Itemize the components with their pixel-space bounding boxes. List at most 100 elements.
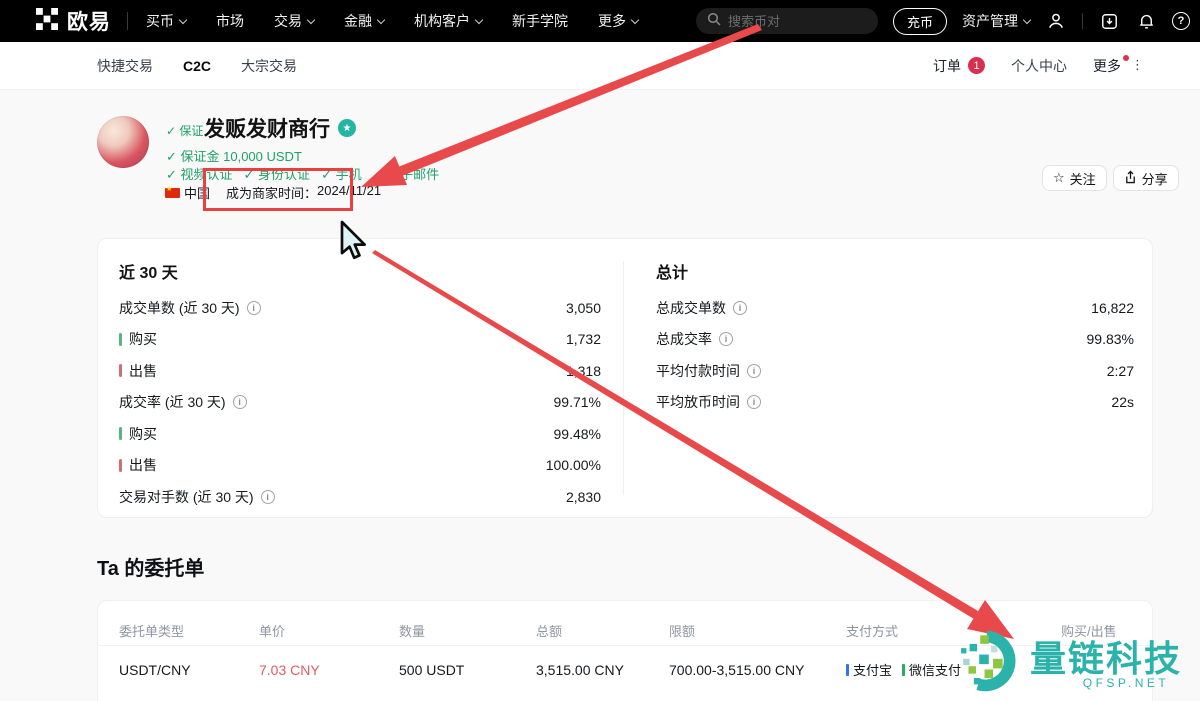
- share-button[interactable]: 分享: [1113, 165, 1179, 191]
- orders-link[interactable]: 订单 1: [933, 56, 985, 76]
- merchant-actions: 关注 分享: [1042, 165, 1179, 191]
- chevron-down-icon: [307, 15, 315, 23]
- cell-pair: USDT/CNY: [119, 662, 259, 678]
- menu-more[interactable]: 更多: [598, 11, 638, 31]
- star-icon: [1053, 170, 1065, 186]
- stat-row: 成交率 (近 30 天) 99.71%: [119, 387, 601, 419]
- stat-row: 成交单数 (近 30 天) 3,050: [119, 292, 601, 324]
- stat-row: 总成交单数 16,822: [656, 292, 1134, 324]
- search-input[interactable]: [728, 14, 858, 29]
- info-icon[interactable]: [233, 395, 247, 409]
- watermark-site: QFSP.NET: [1083, 676, 1169, 690]
- nav-divider: [127, 12, 128, 30]
- main-menu: 买币 市场 交易 金融 机构客户 新手学院 更多: [146, 11, 638, 31]
- cell-total: 3,515.00 CNY: [536, 662, 669, 678]
- share-icon: [1124, 170, 1137, 187]
- vertical-dots-icon: [1131, 57, 1144, 73]
- top-nav-right: 充币 资产管理: [696, 8, 1200, 35]
- okx-logo-icon: [36, 8, 58, 35]
- margin-peek-text: 保证: [166, 122, 203, 139]
- sell-bar-icon: [119, 364, 122, 377]
- buy-bar-icon: [119, 333, 122, 346]
- wechat-bar-icon: [902, 664, 905, 676]
- chevron-down-icon: [1023, 15, 1031, 23]
- stat-row: 总成交率 99.83%: [656, 324, 1134, 356]
- merchant-stats-card: 近 30 天 成交单数 (近 30 天) 3,050 购买 1,732 出售 1…: [97, 238, 1153, 518]
- chevron-down-icon: [475, 15, 483, 23]
- menu-academy[interactable]: 新手学院: [512, 11, 568, 31]
- stat-row: 平均放币时间 22s: [656, 387, 1134, 419]
- top-navigation: 欧易 买币 市场 交易 金融 机构客户 新手学院 更多 充币 资产管理: [0, 0, 1200, 42]
- menu-institutional[interactable]: 机构客户: [414, 11, 482, 31]
- sell-bar-icon: [119, 459, 122, 472]
- notification-dot: [1123, 55, 1129, 61]
- stat-row: 出售 1,318: [119, 355, 601, 387]
- cell-price: 7.03 CNY: [259, 662, 399, 678]
- col-order-type: 委托单类型: [119, 621, 259, 640]
- stats-recent-column: 近 30 天 成交单数 (近 30 天) 3,050 购买 1,732 出售 1…: [119, 259, 601, 513]
- stat-row: 购买 1,732: [119, 324, 601, 356]
- stat-row: 平均付款时间 2:27: [656, 355, 1134, 387]
- menu-buy-crypto[interactable]: 买币: [146, 11, 186, 31]
- col-amount: 数量: [399, 621, 536, 640]
- notifications-bell-icon[interactable]: [1135, 10, 1157, 32]
- watermark-logo-icon: [960, 631, 1024, 698]
- merchant-avatar[interactable]: [97, 116, 149, 168]
- cell-amount: 500 USDT: [399, 662, 536, 678]
- info-icon[interactable]: [247, 301, 261, 315]
- chevron-down-icon: [631, 15, 639, 23]
- menu-trade[interactable]: 交易: [274, 11, 314, 31]
- china-flag-icon: [165, 188, 180, 198]
- tab-c2c[interactable]: C2C: [183, 58, 211, 74]
- stats-recent-title: 近 30 天: [119, 259, 601, 292]
- margin-deposit-text: 保证金 10,000 USDT: [166, 146, 302, 165]
- chevron-down-icon: [377, 15, 385, 23]
- more-menu[interactable]: 更多: [1093, 56, 1144, 76]
- subnav-right: 订单 1 个人中心 更多: [933, 56, 1144, 76]
- stats-total-column: 总计 总成交单数 16,822 总成交率 99.83% 平均付款时间 2:27 …: [656, 259, 1134, 418]
- profile-center-link[interactable]: 个人中心: [1011, 56, 1067, 76]
- alipay-bar-icon: [846, 664, 849, 676]
- info-icon[interactable]: [747, 395, 761, 409]
- stats-total-title: 总计: [656, 259, 1134, 292]
- tab-express-trade[interactable]: 快捷交易: [97, 56, 153, 76]
- download-app-icon[interactable]: [1098, 10, 1120, 32]
- assets-menu[interactable]: 资产管理: [962, 11, 1030, 31]
- merchant-name-row: 发贩发财商行: [204, 113, 356, 143]
- search-box[interactable]: [696, 8, 878, 34]
- annotation-highlight-box: [203, 168, 353, 211]
- watermark-name: 量链科技: [1030, 640, 1182, 678]
- okx-logo[interactable]: 欧易: [36, 6, 111, 36]
- deposit-button[interactable]: 充币: [893, 8, 947, 35]
- orders-count-badge: 1: [968, 57, 985, 74]
- verification-email: 电子邮件: [373, 164, 440, 183]
- follow-button[interactable]: 关注: [1042, 165, 1107, 191]
- col-price: 单价: [259, 621, 399, 640]
- stat-row: 购买 99.48%: [119, 418, 601, 450]
- okx-c2c-merchant-page: 欧易 买币 市场 交易 金融 机构客户 新手学院 更多 充币 资产管理: [0, 0, 1200, 701]
- brand-name: 欧易: [67, 6, 111, 36]
- help-icon[interactable]: [1172, 12, 1190, 30]
- info-icon[interactable]: [261, 490, 275, 504]
- merchant-name: 发贩发财商行: [204, 113, 330, 143]
- search-icon: [707, 12, 721, 31]
- info-icon[interactable]: [747, 364, 761, 378]
- column-divider: [623, 261, 624, 495]
- stat-row: 出售 100.00%: [119, 450, 601, 482]
- col-limit: 限额: [669, 621, 846, 640]
- subnav-left: 快捷交易 C2C 大宗交易: [97, 56, 297, 76]
- info-icon[interactable]: [719, 332, 733, 346]
- menu-finance[interactable]: 金融: [344, 11, 384, 31]
- verified-merchant-badge-icon: [338, 119, 356, 137]
- tab-block-trade[interactable]: 大宗交易: [241, 56, 297, 76]
- profile-icon[interactable]: [1045, 10, 1067, 32]
- buy-bar-icon: [119, 427, 122, 440]
- col-total: 总额: [536, 621, 669, 640]
- orders-section-title: Ta 的委托单: [97, 552, 204, 581]
- stat-row: 交易对手数 (近 30 天) 2,830: [119, 481, 601, 513]
- info-icon[interactable]: [733, 301, 747, 315]
- c2c-sub-navigation: 快捷交易 C2C 大宗交易 订单 1 个人中心 更多: [0, 42, 1200, 90]
- menu-markets[interactable]: 市场: [216, 11, 244, 31]
- watermark: 量链科技 QFSP.NET: [960, 631, 1182, 698]
- cell-limit: 700.00-3,515.00 CNY: [669, 662, 846, 678]
